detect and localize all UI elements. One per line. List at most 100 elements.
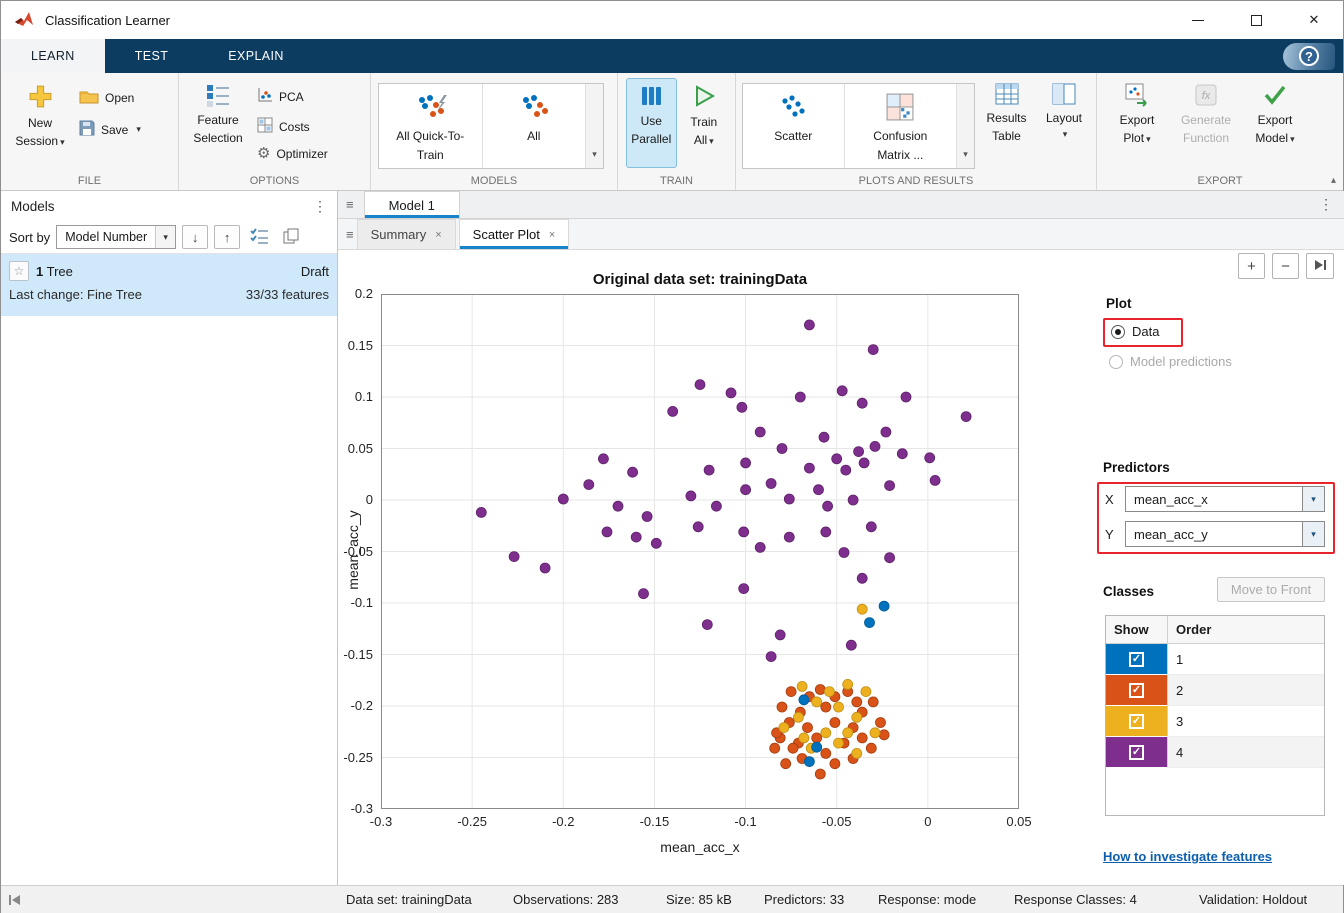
plot-section-heading: Plot — [1106, 296, 1132, 311]
feature-selection-button[interactable]: Feature Selection — [187, 78, 249, 168]
sort-descending-button[interactable]: ↓ — [182, 225, 208, 249]
class-order-cell[interactable]: 3 — [1168, 706, 1324, 737]
restore-panel-icon[interactable] — [8, 894, 22, 909]
export-model-icon — [1262, 83, 1288, 110]
gallery-expand-icon: ▾ — [963, 149, 968, 160]
scatter-plot-icon — [776, 93, 810, 124]
y-tick-label: -0.05 — [325, 544, 373, 559]
tab-scatter-plot[interactable]: Scatter Plot × — [459, 219, 570, 249]
tab-summary[interactable]: Summary × — [357, 219, 456, 249]
y-tick-label: -0.3 — [325, 801, 373, 816]
radio-disabled-icon — [1109, 355, 1123, 369]
x-tick-label: -0.25 — [442, 814, 502, 829]
maximize-button[interactable] — [1227, 1, 1285, 39]
class-order-cell[interactable]: 2 — [1168, 675, 1324, 706]
zoom-out-button[interactable]: − — [1272, 253, 1299, 279]
train-all-button[interactable]: Train All▾ — [679, 78, 729, 168]
figure-tab-bar: ≡ Summary × Scatter Plot × — [338, 219, 1344, 250]
pca-icon — [257, 87, 273, 106]
duplicate-model-button[interactable] — [278, 225, 304, 249]
models-panel-title: Models — [11, 199, 55, 214]
tab-model-1[interactable]: Model 1 — [364, 191, 460, 218]
use-parallel-toggle[interactable]: Use Parallel — [626, 78, 677, 168]
dropdown-arrow-icon[interactable]: ▾ — [136, 124, 141, 135]
optimizer-button[interactable]: ⚙ Optimizer — [253, 144, 332, 164]
kebab-menu-icon[interactable]: ⋮ — [1319, 196, 1333, 213]
minimize-button[interactable] — [1169, 1, 1227, 39]
how-to-investigate-features-link[interactable]: How to investigate features — [1103, 849, 1272, 864]
export-plot-icon — [1125, 83, 1149, 110]
scatter-plot-canvas[interactable] — [381, 294, 1019, 809]
section-label-train: TRAIN — [618, 175, 735, 187]
favorite-star-icon[interactable]: ☆ — [9, 261, 29, 281]
y-predictor-row: Y mean_acc_y ▾ — [1105, 521, 1325, 547]
y-predictor-dropdown[interactable]: mean_acc_y — [1125, 521, 1303, 547]
results-table-icon — [995, 83, 1019, 108]
kebab-menu-icon[interactable]: ⋮ — [313, 198, 327, 215]
tab-learn[interactable]: LEARN — [1, 39, 105, 73]
class-order-cell[interactable]: 4 — [1168, 737, 1324, 768]
show-class-checkbox[interactable]: ✓ — [1129, 745, 1144, 760]
show-class-checkbox[interactable]: ✓ — [1129, 683, 1144, 698]
model-preset-all[interactable]: All — [483, 84, 587, 168]
radio-data[interactable]: Data — [1111, 324, 1159, 339]
select-models-button[interactable] — [246, 225, 272, 249]
plots-gallery: Scatter Confusion Matrix ... ▾ — [742, 83, 975, 169]
new-session-button[interactable]: New Session▾ — [9, 78, 71, 168]
ribbon-section-export: Export Plot▾ fx Generate Function Export… — [1097, 73, 1343, 190]
pca-button[interactable]: PCA — [253, 84, 332, 109]
dropdown-arrow-icon: ▾ — [709, 136, 714, 146]
dropdown-arrow-icon[interactable]: ▾ — [1303, 521, 1325, 547]
model-list-item[interactable]: ☆ 1 Tree Draft Last change: Fine Tree 33… — [1, 254, 337, 316]
help-button[interactable]: ? — [1283, 43, 1335, 70]
quick-to-train-icon — [413, 93, 447, 124]
order-column-header: Order — [1168, 616, 1324, 643]
results-table-button[interactable]: Results Table — [979, 78, 1034, 169]
tab-test[interactable]: TEST — [105, 39, 199, 73]
tab-explain[interactable]: EXPLAIN — [198, 39, 314, 73]
plots-gallery-expand[interactable]: ▾ — [957, 84, 974, 168]
status-response-classes: Response Classes: 4 — [1014, 886, 1137, 913]
figure-actions-icon[interactable]: ≡ — [346, 227, 354, 242]
scatter-plot[interactable]: mean_acc_y mean_acc_x -0.3-0.25-0.2-0.15… — [381, 294, 1019, 809]
document-area: ≡ Model 1 ⋮ ≡ Summary × Scatter Plot × O… — [338, 191, 1344, 885]
models-gallery-expand[interactable]: ▾ — [586, 84, 603, 168]
class-order-cell[interactable]: 1 — [1168, 644, 1324, 675]
y-tick-label: -0.25 — [325, 750, 373, 765]
model-status-badge: Draft — [301, 264, 329, 279]
costs-button[interactable]: Costs — [253, 114, 332, 139]
y-tick-label: 0.2 — [325, 286, 373, 301]
use-parallel-icon — [639, 84, 663, 111]
plot-tile-scatter[interactable]: Scatter — [743, 84, 845, 168]
train-all-icon — [691, 83, 717, 112]
collapse-ribbon-button[interactable]: ▴ — [1331, 175, 1336, 186]
save-button[interactable]: Save ▾ — [75, 117, 145, 142]
section-label-options: OPTIONS — [179, 175, 370, 187]
show-column-header: Show — [1106, 616, 1168, 643]
plot-tile-confusion-matrix[interactable]: Confusion Matrix ... — [845, 84, 958, 168]
expand-controls-button[interactable] — [1306, 253, 1334, 279]
y-predictor-label: Y — [1105, 527, 1117, 542]
ribbon-section-train: Use Parallel Train All▾ TRAIN — [618, 73, 736, 190]
sort-ascending-button[interactable]: ↑ — [214, 225, 240, 249]
dropdown-arrow-icon[interactable]: ▾ — [1303, 486, 1325, 512]
show-class-checkbox[interactable]: ✓ — [1129, 652, 1144, 667]
close-tab-icon[interactable]: × — [549, 229, 555, 241]
export-model-button[interactable]: Export Model▾ — [1247, 78, 1303, 168]
ribbon-section-plots: Scatter Confusion Matrix ... ▾ Results T… — [736, 73, 1097, 190]
x-tick-label: -0.1 — [716, 814, 776, 829]
open-button[interactable]: Open — [75, 86, 145, 110]
costs-icon — [257, 117, 273, 136]
class-color-cell: ✓ — [1106, 737, 1168, 768]
layout-button[interactable]: Layout ▾ — [1038, 78, 1090, 169]
x-predictor-dropdown[interactable]: mean_acc_x — [1125, 486, 1303, 512]
document-actions-icon[interactable]: ≡ — [346, 197, 354, 212]
sort-by-dropdown[interactable]: Model Number ▾ — [56, 225, 176, 249]
zoom-in-button[interactable]: + — [1238, 253, 1265, 279]
model-preset-all-quick-to-train[interactable]: All Quick-To- Train — [379, 84, 483, 168]
save-icon — [79, 120, 95, 139]
close-button[interactable]: ✕ — [1285, 1, 1343, 39]
show-class-checkbox[interactable]: ✓ — [1129, 714, 1144, 729]
export-plot-button[interactable]: Export Plot▾ — [1109, 78, 1165, 168]
close-tab-icon[interactable]: × — [435, 229, 441, 241]
